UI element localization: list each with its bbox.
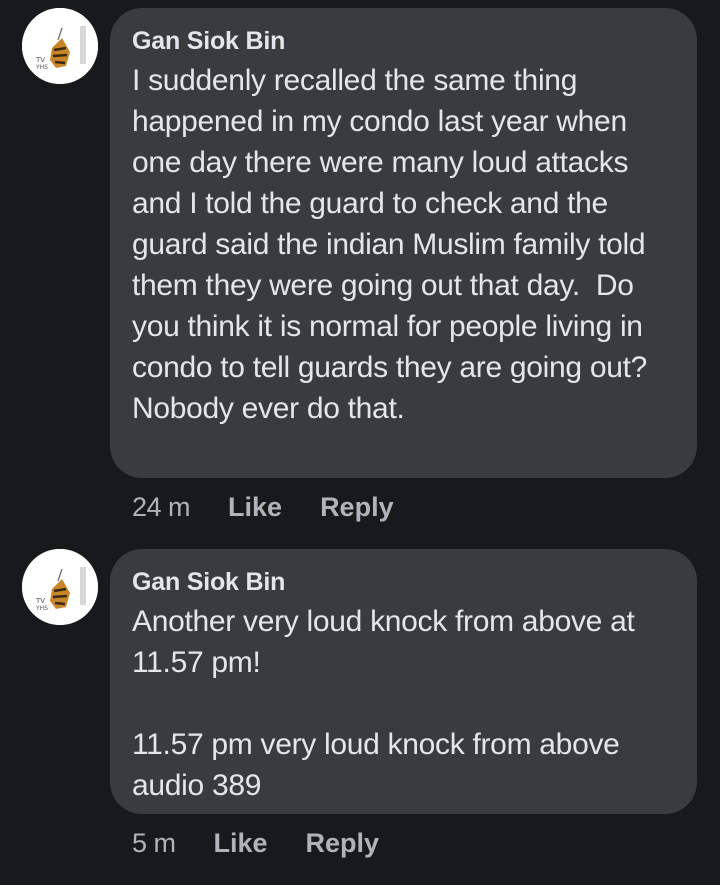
comment-actions: 24 m Like Reply [132, 492, 394, 523]
like-button[interactable]: Like [228, 492, 282, 523]
reply-button[interactable]: Reply [320, 492, 394, 523]
comment-author[interactable]: Gan Siok Bin [132, 567, 675, 597]
comment-timestamp[interactable]: 5 m [132, 828, 176, 859]
svg-text:YHS: YHS [35, 605, 48, 612]
tiger-avatar-icon: TV YHS [22, 549, 98, 625]
comment-bubble: Gan Siok Bin Another very loud knock fro… [110, 549, 697, 814]
comment-timestamp[interactable]: 24 m [132, 492, 191, 523]
reply-button[interactable]: Reply [306, 828, 380, 859]
svg-text:YHS: YHS [35, 64, 48, 71]
like-button[interactable]: Like [214, 828, 268, 859]
comment-actions: 5 m Like Reply [132, 828, 379, 859]
comment-text: Another very loud knock from above at 11… [132, 605, 635, 802]
avatar[interactable]: TV YHS [22, 549, 98, 625]
comment-bubble: Gan Siok Bin I suddenly recalled the sam… [110, 8, 697, 478]
avatar[interactable]: TV YHS [22, 8, 98, 84]
comment-author[interactable]: Gan Siok Bin [132, 26, 675, 56]
tiger-avatar-icon: TV YHS [22, 8, 98, 84]
svg-text:TV: TV [35, 597, 45, 605]
svg-text:TV: TV [35, 56, 45, 64]
comment-text: I suddenly recalled the same thing happe… [132, 64, 656, 425]
